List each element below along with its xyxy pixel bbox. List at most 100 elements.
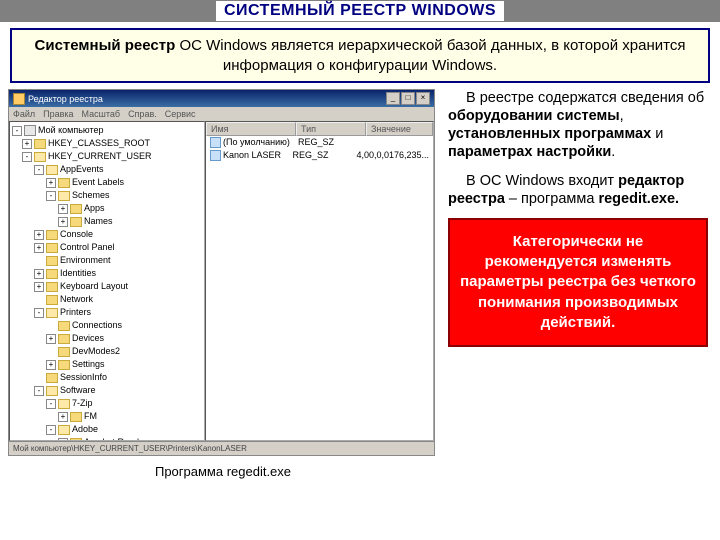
tree-node[interactable]: + Apps [12,202,202,215]
expand-toggle[interactable]: + [46,360,56,370]
list-rows: (По умолчанию)REG_SZKanon LASERREG_SZ4,0… [206,136,433,162]
tree-label: Identities [60,268,96,278]
tree-label: SessionInfo [60,372,107,382]
col-type[interactable]: Тип [296,122,366,136]
tree-label: Schemes [72,190,110,200]
tree-node[interactable]: +Names [12,215,202,228]
maximize-button[interactable]: □ [401,92,415,105]
tree-node[interactable]: Network [12,293,202,306]
menu-item[interactable]: Правка [43,109,73,119]
expand-toggle[interactable]: + [58,217,68,227]
tree-node[interactable]: -AppEvents [12,163,202,176]
tree-node[interactable]: +Acrobat Reader [12,436,202,441]
folder-icon [46,269,58,279]
tree-node[interactable]: - 7-Zip [12,397,202,410]
window-titlebar: Редактор реестра _ □ × [9,90,434,107]
tree-node[interactable]: SessionInfo [12,371,202,384]
intro-lead: Системный реестр [35,37,176,54]
folder-icon [46,256,58,266]
expand-toggle[interactable]: + [34,269,44,279]
expand-toggle[interactable]: + [34,230,44,240]
figure-caption: Программа regedit.exe [8,464,438,479]
col-value[interactable]: Значение [366,122,433,136]
folder-icon [58,178,70,188]
page-title-bar: СИСТЕМНЫЙ РЕЕСТР WINDOWS [0,0,720,22]
expand-toggle[interactable]: - [46,425,56,435]
tree-node[interactable]: + FM [12,410,202,423]
folder-icon [70,204,82,214]
folder-icon [58,425,70,435]
expand-toggle[interactable]: + [58,204,68,214]
tree-node[interactable]: DevModes2 [12,345,202,358]
list-row[interactable]: (По умолчанию)REG_SZ [206,136,433,149]
app-icon [13,93,25,105]
status-bar: Мой компьютер\HKEY_CURRENT_USER\Printers… [9,441,434,455]
tree-label: Control Panel [60,242,115,252]
tree-node[interactable]: -Printers [12,306,202,319]
folder-icon [46,373,58,383]
tree-label: FM [84,411,97,421]
expand-toggle[interactable]: + [34,243,44,253]
folder-icon [46,282,58,292]
folder-icon [46,308,58,318]
expand-toggle[interactable]: + [46,178,56,188]
col-name[interactable]: Имя [206,122,296,136]
tree-label: 7-Zip [72,398,93,408]
expand-toggle[interactable]: - [46,191,56,201]
expand-toggle[interactable]: - [12,126,22,136]
list-pane[interactable]: Имя Тип Значение (По умолчанию)REG_SZKan… [205,121,434,441]
tree-label: Event Labels [72,177,124,187]
para-2: В ОС Windows входит редактор реестра – п… [448,172,708,208]
expand-toggle[interactable]: - [46,399,56,409]
tree-node[interactable]: + Settings [12,358,202,371]
folder-icon [34,152,46,162]
tree-label: Settings [72,359,105,369]
value-icon [210,150,221,161]
menu-item[interactable]: Масштаб [82,109,121,119]
expand-toggle[interactable]: - [34,386,44,396]
tree-label: Network [60,294,93,304]
folder-icon [70,217,82,227]
tree-node[interactable]: + Event Labels [12,176,202,189]
list-row[interactable]: Kanon LASERREG_SZ4,00,0,0176,235... [206,149,433,162]
tree-node[interactable]: -Мой компьютер [12,124,202,137]
tree-node[interactable]: +HKEY_CLASSES_ROOT [12,137,202,150]
expand-toggle[interactable]: + [58,438,68,441]
tree-pane[interactable]: -Мой компьютер+HKEY_CLASSES_ROOT-HKEY_CU… [9,121,205,441]
menu-item[interactable]: Справ. [128,109,157,119]
expand-toggle[interactable]: + [46,334,56,344]
expand-toggle[interactable]: - [22,152,32,162]
tree-node[interactable]: -Adobe [12,423,202,436]
expand-toggle[interactable]: + [22,139,32,149]
tree-node[interactable]: +Keyboard Layout [12,280,202,293]
folder-icon [58,360,70,370]
expand-toggle[interactable]: - [34,308,44,318]
folder-icon [46,230,58,240]
tree-node[interactable]: + Identities [12,267,202,280]
menu-item[interactable]: Файл [13,109,35,119]
folder-icon [46,243,58,253]
tree-node[interactable]: + Devices [12,332,202,345]
tree-node[interactable]: + Control Panel [12,241,202,254]
expand-toggle[interactable]: + [34,282,44,292]
warning-text: Категорически не рекомендуется изменять … [460,232,696,333]
tree-node[interactable]: - HKEY_CURRENT_USER [12,150,202,163]
tree-node[interactable]: +Console [12,228,202,241]
expand-toggle[interactable]: + [58,412,68,422]
tree-node[interactable]: Environment [12,254,202,267]
tree-label: HKEY_CURRENT_USER [48,151,152,161]
window-title: Редактор реестра [28,94,103,104]
tree-node[interactable]: - Schemes [12,189,202,202]
folder-icon [46,295,58,305]
folder-icon [58,334,70,344]
expand-toggle[interactable]: - [34,165,44,175]
folder-icon [46,386,58,396]
close-button[interactable]: × [416,92,430,105]
tree-node[interactable]: -Software [12,384,202,397]
folder-icon [70,438,82,441]
menu-item[interactable]: Сервис [165,109,196,119]
tree-label: Apps [84,203,105,213]
tree-label: Devices [72,333,104,343]
tree-node[interactable]: Connections [12,319,202,332]
minimize-button[interactable]: _ [386,92,400,105]
